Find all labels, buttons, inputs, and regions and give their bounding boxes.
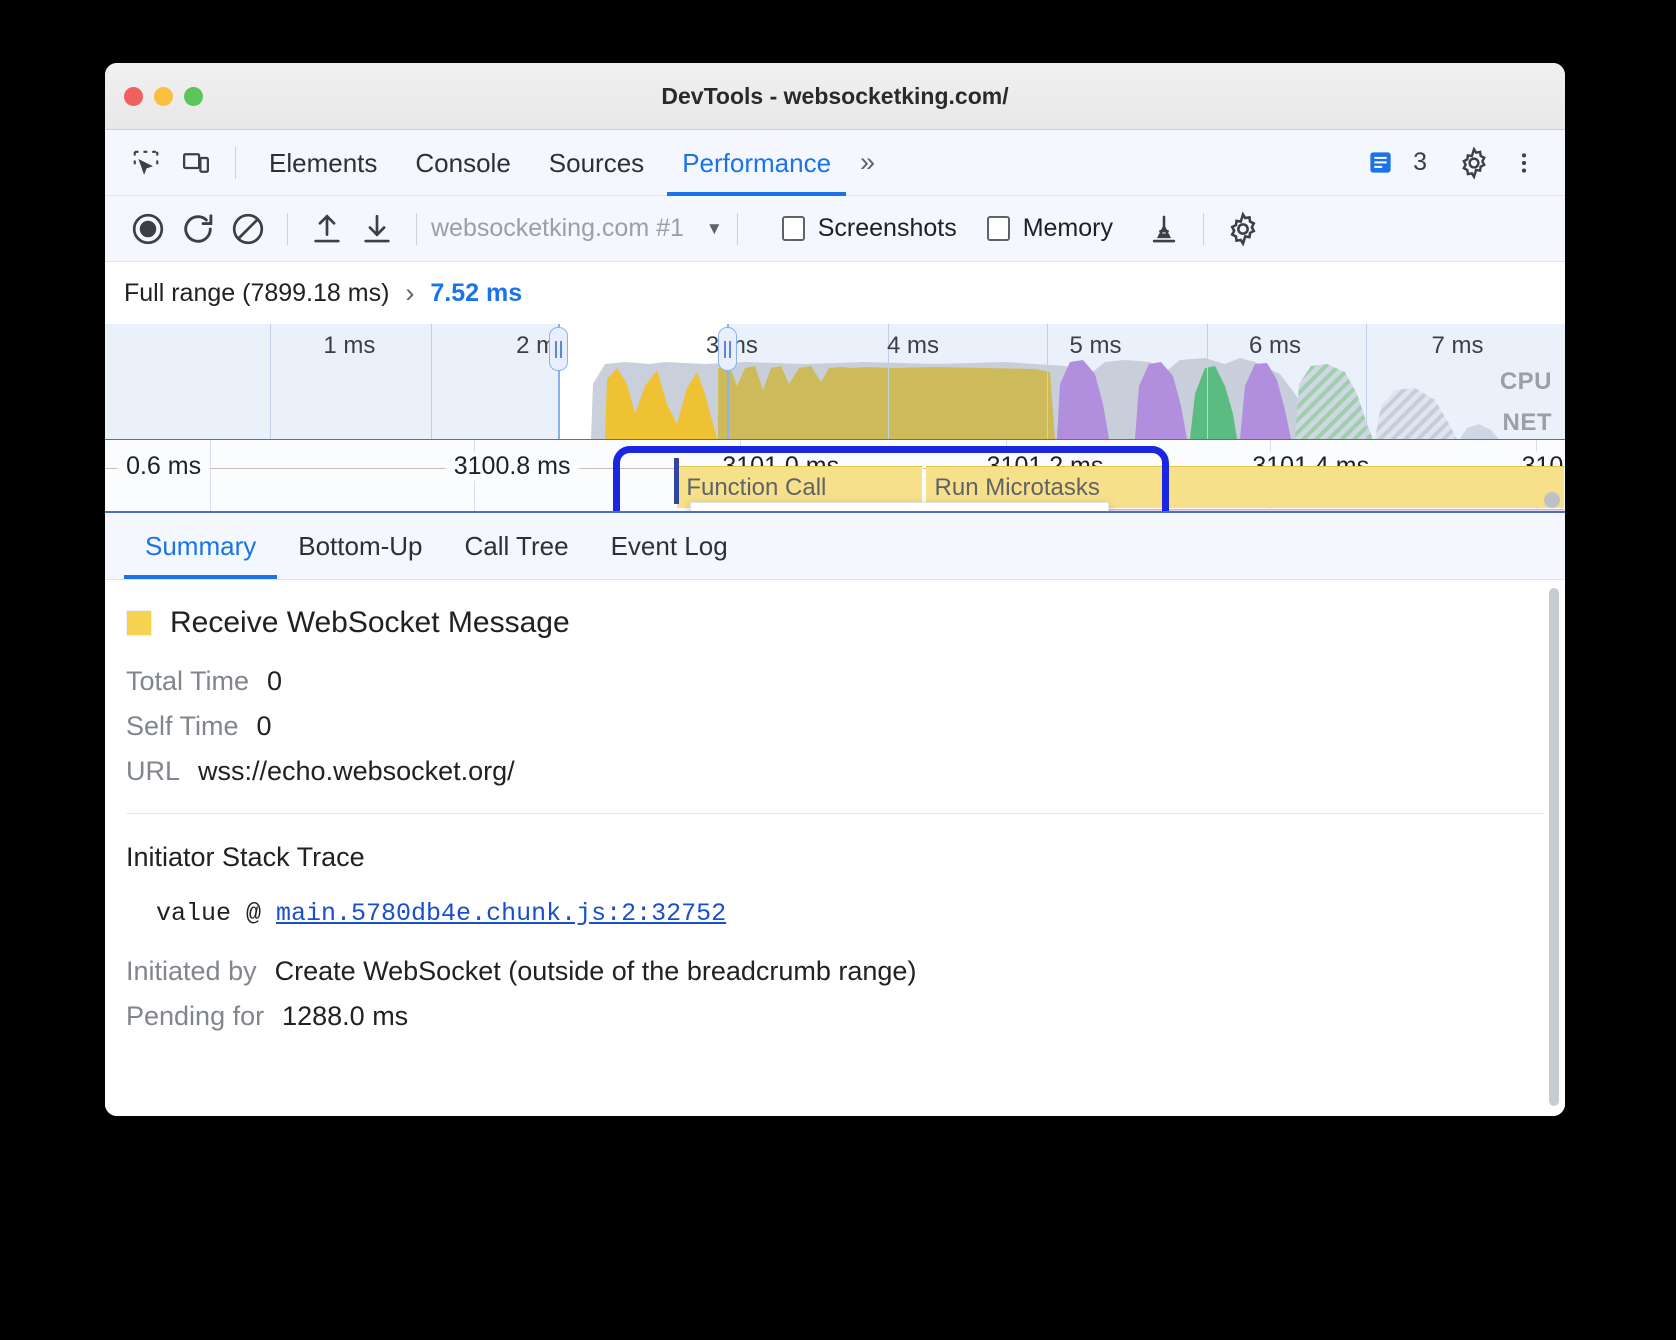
event-name: Receive WebSocket Message bbox=[170, 606, 570, 640]
overview-tick-5ms: 5 ms bbox=[1069, 332, 1128, 360]
chevron-down-icon: ▼ bbox=[706, 219, 723, 239]
range-handle-right[interactable] bbox=[718, 327, 737, 371]
toolbar-divider bbox=[235, 147, 236, 179]
tab-bottom-up[interactable]: Bottom-Up bbox=[277, 513, 443, 579]
summary-row-total-time: Total Time 0 bbox=[126, 666, 1565, 697]
overview-tick-4ms: 4 ms bbox=[887, 332, 946, 360]
total-time-value: 0 bbox=[267, 666, 282, 697]
collect-garbage-icon[interactable] bbox=[1139, 204, 1189, 254]
tab-summary[interactable]: Summary bbox=[124, 513, 277, 579]
initiated-by-value: Create WebSocket (outside of the breadcr… bbox=[275, 956, 917, 987]
settings-gear-icon[interactable] bbox=[1449, 138, 1499, 188]
window-titlebar: DevTools - websocketking.com/ bbox=[105, 63, 1565, 130]
url-label: URL bbox=[126, 756, 180, 787]
screenshots-checkbox-box bbox=[782, 216, 805, 241]
memory-checkbox[interactable]: Memory bbox=[987, 214, 1113, 243]
upload-profile-icon[interactable] bbox=[302, 204, 352, 254]
summary-row-url: URL wss://echo.websocket.org/ bbox=[126, 756, 1565, 787]
toolbar-divider-2 bbox=[287, 213, 288, 245]
toolbar-divider-5 bbox=[1203, 213, 1204, 245]
tab-elements[interactable]: Elements bbox=[250, 130, 396, 196]
traffic-lights bbox=[124, 87, 203, 106]
event-color-swatch bbox=[126, 610, 152, 636]
stack-frame-link[interactable]: main.5780db4e.chunk.js:2:32752 bbox=[276, 899, 726, 928]
flame-tick-0: 0.6 ms bbox=[117, 452, 210, 481]
summary-divider bbox=[126, 813, 1544, 814]
performance-toolbar: websocketking.com #1 ▼ Screenshots Memor… bbox=[105, 196, 1565, 262]
flame-tick-1: 3100.8 ms bbox=[445, 452, 580, 481]
url-value: wss://echo.websocket.org/ bbox=[198, 756, 515, 787]
total-time-label: Total Time bbox=[126, 666, 249, 697]
inspect-element-icon[interactable] bbox=[121, 138, 171, 188]
flame-chart[interactable]: 0.6 ms 3100.8 ms 3101.0 ms 3101.2 ms 310… bbox=[105, 439, 1565, 513]
screenshots-checkbox[interactable]: Screenshots bbox=[782, 214, 957, 243]
cpu-track-label: CPU bbox=[1500, 368, 1552, 396]
summary-panel: Receive WebSocket Message Total Time 0 S… bbox=[105, 580, 1565, 1117]
recording-select-value: websocketking.com #1 bbox=[431, 214, 684, 243]
memory-checkbox-box bbox=[987, 216, 1010, 241]
issues-count: 3 bbox=[1413, 148, 1427, 177]
timeline-overview[interactable]: 1 ms 2 ms 3 ms 4 ms 5 ms 6 ms 7 ms CPU N… bbox=[105, 324, 1565, 439]
initiator-stack-trace-title: Initiator Stack Trace bbox=[126, 842, 1565, 873]
issues-icon[interactable] bbox=[1355, 138, 1405, 188]
overview-tick-7ms: 7 ms bbox=[1432, 332, 1491, 360]
flame-playhead bbox=[674, 458, 679, 504]
window-title: DevTools - websocketking.com/ bbox=[105, 83, 1565, 110]
tab-console[interactable]: Console bbox=[396, 130, 529, 196]
screenshots-label: Screenshots bbox=[818, 214, 957, 243]
devtools-window: DevTools - websocketking.com/ Elements C… bbox=[105, 63, 1565, 1116]
summary-row-self-time: Self Time 0 bbox=[126, 711, 1565, 742]
download-profile-icon[interactable] bbox=[352, 204, 402, 254]
reload-and-record-icon[interactable] bbox=[173, 204, 223, 254]
clear-recording-icon[interactable] bbox=[223, 204, 273, 254]
overview-tick-1ms: 1 ms bbox=[323, 332, 382, 360]
more-options-icon[interactable] bbox=[1499, 138, 1549, 188]
breadcrumb-full-range[interactable]: Full range (7899.18 ms) bbox=[124, 279, 389, 308]
net-track-label: NET bbox=[1503, 409, 1553, 437]
minimize-window-button[interactable] bbox=[154, 87, 173, 106]
tab-performance[interactable]: Performance bbox=[663, 130, 850, 196]
tab-event-log[interactable]: Event Log bbox=[590, 513, 749, 579]
range-handle-left[interactable] bbox=[549, 327, 568, 371]
toolbar-divider-3 bbox=[416, 213, 417, 245]
summary-event-title: Receive WebSocket Message bbox=[126, 606, 1565, 640]
flame-scroll-thumb[interactable] bbox=[1544, 492, 1560, 508]
maximize-window-button[interactable] bbox=[184, 87, 203, 106]
summary-scrollbar[interactable] bbox=[1549, 588, 1559, 1107]
close-window-button[interactable] bbox=[124, 87, 143, 106]
detail-tabs: Summary Bottom-Up Call Tree Event Log bbox=[105, 513, 1565, 580]
tab-sources[interactable]: Sources bbox=[530, 130, 663, 196]
pending-for-value: 1288.0 ms bbox=[282, 1001, 408, 1032]
stack-frame-row: value @ main.5780db4e.chunk.js:2:32752 bbox=[156, 899, 1565, 928]
self-time-label: Self Time bbox=[126, 711, 239, 742]
capture-settings-icon[interactable] bbox=[1218, 204, 1268, 254]
record-icon[interactable] bbox=[123, 204, 173, 254]
more-tabs-icon[interactable]: » bbox=[850, 147, 885, 178]
summary-row-pending-for: Pending for 1288.0 ms bbox=[126, 1001, 1565, 1032]
self-time-value: 0 bbox=[257, 711, 272, 742]
initiated-by-label: Initiated by bbox=[126, 956, 257, 987]
tab-call-tree[interactable]: Call Tree bbox=[444, 513, 590, 579]
overview-tick-6ms: 6 ms bbox=[1249, 332, 1308, 360]
summary-row-initiated-by: Initiated by Create WebSocket (outside o… bbox=[126, 956, 1565, 987]
flame-tooltip: Receive WebSocket Message bbox=[690, 502, 1109, 513]
pending-for-label: Pending for bbox=[126, 1001, 264, 1032]
tabbar-right-group: 3 bbox=[1355, 138, 1565, 188]
toolbar-divider-4 bbox=[737, 213, 738, 245]
device-toolbar-icon[interactable] bbox=[171, 138, 221, 188]
breadcrumb: Full range (7899.18 ms) › 7.52 ms bbox=[105, 262, 1565, 324]
recording-select[interactable]: websocketking.com #1 ▼ bbox=[431, 214, 723, 243]
devtools-tabbar: Elements Console Sources Performance » 3 bbox=[105, 130, 1565, 196]
stack-frame-prefix: value @ bbox=[156, 899, 276, 928]
breadcrumb-current-range[interactable]: 7.52 ms bbox=[430, 279, 522, 308]
memory-label: Memory bbox=[1023, 214, 1113, 243]
breadcrumb-separator-icon: › bbox=[405, 278, 414, 309]
